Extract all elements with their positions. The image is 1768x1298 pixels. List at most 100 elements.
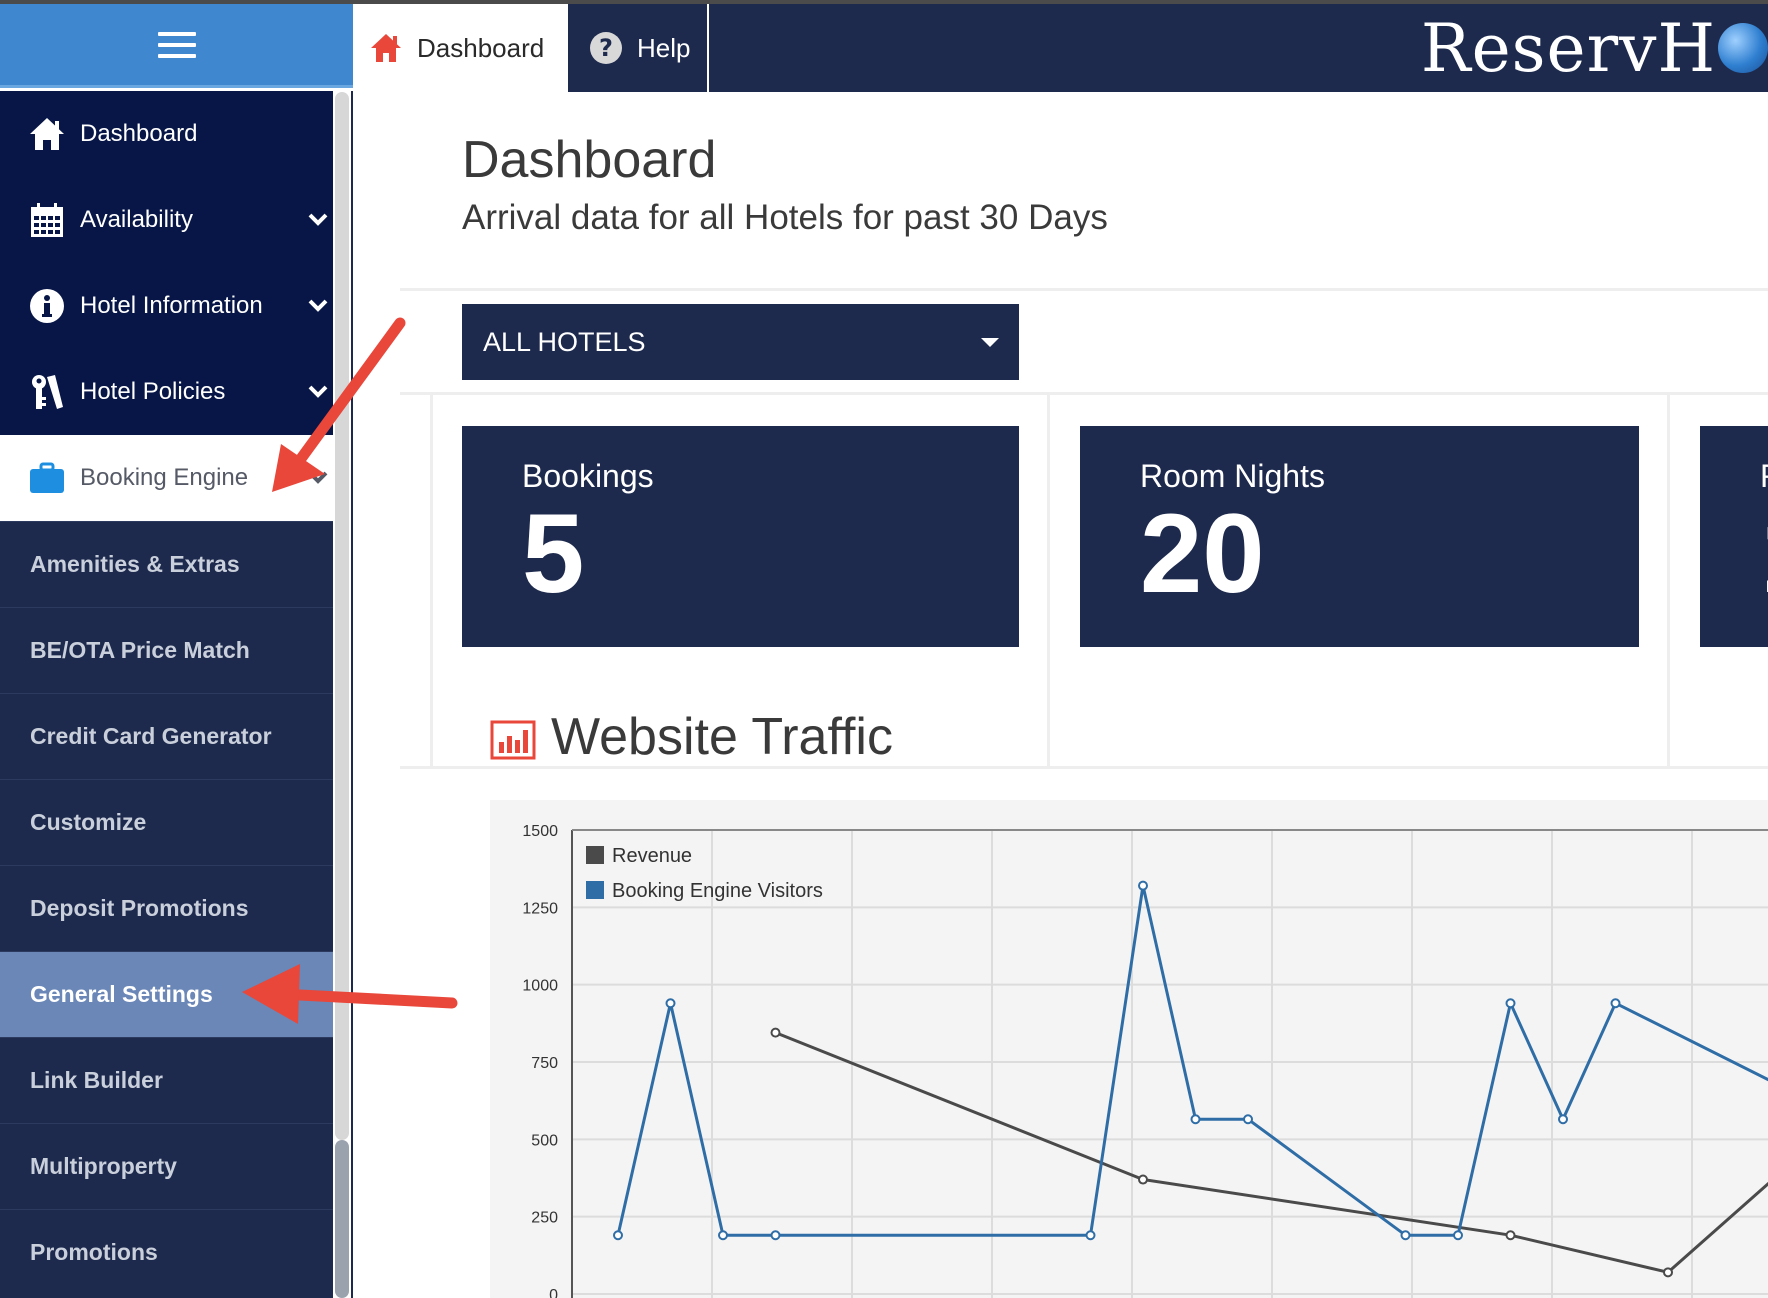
sidebar-item-booking-engine[interactable]: Booking Engine xyxy=(0,435,333,521)
globe-icon xyxy=(1718,23,1768,73)
sidebar-scrollbar-lower[interactable] xyxy=(335,1140,349,1298)
legend-swatch xyxy=(586,881,604,899)
tab-help-label: Help xyxy=(637,32,691,63)
tab-dashboard[interactable]: Dashboard xyxy=(353,4,568,92)
sidebar-subitem-label: Amenities & Extras xyxy=(30,551,240,577)
data-point xyxy=(613,1230,623,1241)
stat-label: Room Nights xyxy=(1140,458,1325,494)
stat-value: 20 xyxy=(1140,491,1265,616)
data-point xyxy=(1243,1114,1253,1125)
legend-label: Booking Engine Visitors xyxy=(612,880,823,902)
y-tick-label: 1000 xyxy=(522,978,558,995)
stat-card-partial: R 1 xyxy=(1700,426,1768,647)
sidebar-item-hotel-information[interactable]: Hotel Information xyxy=(0,263,333,349)
y-tick-label: 500 xyxy=(531,1132,558,1149)
y-tick-label: 750 xyxy=(531,1055,558,1072)
chevron-down-icon xyxy=(307,207,329,235)
hotel-select-dropdown[interactable]: ALL HOTELS xyxy=(462,304,1019,380)
data-point xyxy=(1138,1174,1148,1185)
sidebar-item-dashboard[interactable]: Dashboard xyxy=(0,91,333,177)
data-point xyxy=(1558,1114,1568,1125)
sidebar-subitem-label: Promotions xyxy=(30,1239,158,1265)
stat-label: R xyxy=(1760,458,1768,495)
brand-logo: ReservH xyxy=(1420,9,1768,87)
divider xyxy=(1047,394,1050,768)
stat-card-room-nights: Room Nights 20 xyxy=(1080,426,1639,647)
website-traffic-chart: 1500 1250 1000 750 500 250 0 Revenue Booking Eng… xyxy=(490,800,1768,1298)
hamburger-icon xyxy=(157,31,196,58)
series-line-booking-engine-visitors xyxy=(616,884,1768,1237)
data-point xyxy=(1138,880,1148,891)
sidebar-subitem-promotions[interactable]: Promotions xyxy=(0,1209,333,1295)
sidebar-subitem-label: Deposit Promotions xyxy=(30,895,249,921)
home-icon xyxy=(28,115,66,153)
data-point xyxy=(1505,1230,1516,1241)
divider xyxy=(430,394,433,768)
sidebar-subitem-deposit-promotions[interactable]: Deposit Promotions xyxy=(0,865,333,951)
info-icon xyxy=(28,287,66,325)
top-navigation-bar: Dashboard ? Help ReservH xyxy=(353,4,1768,92)
sidebar-subitem-label: Multiproperty xyxy=(30,1153,177,1179)
menu-toggle-button[interactable] xyxy=(0,4,353,88)
sidebar-subitem-label: Link Builder xyxy=(30,1067,163,1093)
stat-label: Bookings xyxy=(522,458,654,494)
data-point xyxy=(1453,1230,1463,1241)
sidebar-subitem-label: Customize xyxy=(30,809,147,835)
y-tick-label: 0 xyxy=(549,1287,558,1298)
page-subtitle: Arrival data for all Hotels for past 30 … xyxy=(462,198,1108,237)
main-content: Dashboard Arrival data for all Hotels fo… xyxy=(353,92,1768,1298)
home-icon xyxy=(369,32,403,64)
page-title: Dashboard xyxy=(462,131,717,189)
hotel-select-value: ALL HOTELS xyxy=(483,326,646,357)
data-point xyxy=(770,1027,781,1038)
calendar-icon xyxy=(28,201,66,239)
y-tick-label: 1250 xyxy=(522,900,558,917)
sidebar-subitem-multiproperty[interactable]: Multiproperty xyxy=(0,1123,333,1209)
divider xyxy=(400,288,1768,291)
sidebar-subitem-be-ota-price-match[interactable]: BE/OTA Price Match xyxy=(0,607,333,693)
data-point xyxy=(1400,1230,1411,1241)
data-point xyxy=(1610,998,1621,1009)
brand-logo-text: ReservH xyxy=(1420,9,1716,87)
sidebar-scrollbar-thumb[interactable] xyxy=(335,92,349,1140)
sidebar-item-availability[interactable]: Availability xyxy=(0,177,333,263)
sidebar-item-label: Hotel Information xyxy=(80,292,263,319)
sidebar-subitem-customize[interactable]: Customize xyxy=(0,779,333,865)
sidebar-subitem-credit-card-generator[interactable]: Credit Card Generator xyxy=(0,693,333,779)
sidebar-subitem-label: Credit Card Generator xyxy=(30,723,272,749)
bar-chart-icon xyxy=(490,720,536,760)
sidebar-subitem-label: BE/OTA Price Match xyxy=(30,637,250,663)
sidebar-subitem-general-settings[interactable]: General Settings xyxy=(0,951,333,1037)
divider xyxy=(400,392,1768,395)
sidebar-item-label: Availability xyxy=(80,206,193,233)
y-tick-label: 1500 xyxy=(522,823,558,840)
data-point xyxy=(718,1230,728,1241)
data-point xyxy=(1663,1267,1673,1278)
svg-text:?: ? xyxy=(599,34,613,62)
chevron-down-icon xyxy=(307,379,329,407)
sidebar-subitem-link-builder[interactable]: Link Builder xyxy=(0,1037,333,1123)
briefcase-icon xyxy=(28,459,66,497)
sidebar-subitem-label: General Settings xyxy=(30,981,213,1007)
tab-dashboard-label: Dashboard xyxy=(417,32,545,63)
chart-svg: 1500 1250 1000 750 500 250 0 Revenue Booking Eng… xyxy=(522,823,1768,1298)
sidebar-item-label: Dashboard xyxy=(80,120,198,147)
y-tick-label: 250 xyxy=(531,1210,558,1227)
chevron-down-icon xyxy=(307,465,329,493)
data-point xyxy=(770,1230,781,1241)
stat-value: 5 xyxy=(522,491,585,616)
keys-icon xyxy=(28,373,66,411)
help-circle-icon: ? xyxy=(589,31,623,65)
sidebar-subitem-amenities-extras[interactable]: Amenities & Extras xyxy=(0,521,333,607)
tab-help[interactable]: ? Help xyxy=(569,4,709,92)
section-title-website-traffic: Website Traffic xyxy=(551,708,893,766)
caret-down-icon xyxy=(981,338,999,347)
legend-label: Revenue xyxy=(612,845,692,867)
stat-card-bookings: Bookings 5 xyxy=(462,426,1019,647)
sidebar-item-hotel-policies[interactable]: Hotel Policies xyxy=(0,349,333,435)
sidebar-item-label: Booking Engine xyxy=(80,464,249,491)
data-point xyxy=(665,998,676,1009)
data-point xyxy=(1190,1114,1201,1125)
legend-swatch xyxy=(586,846,604,864)
data-point xyxy=(1085,1230,1096,1241)
